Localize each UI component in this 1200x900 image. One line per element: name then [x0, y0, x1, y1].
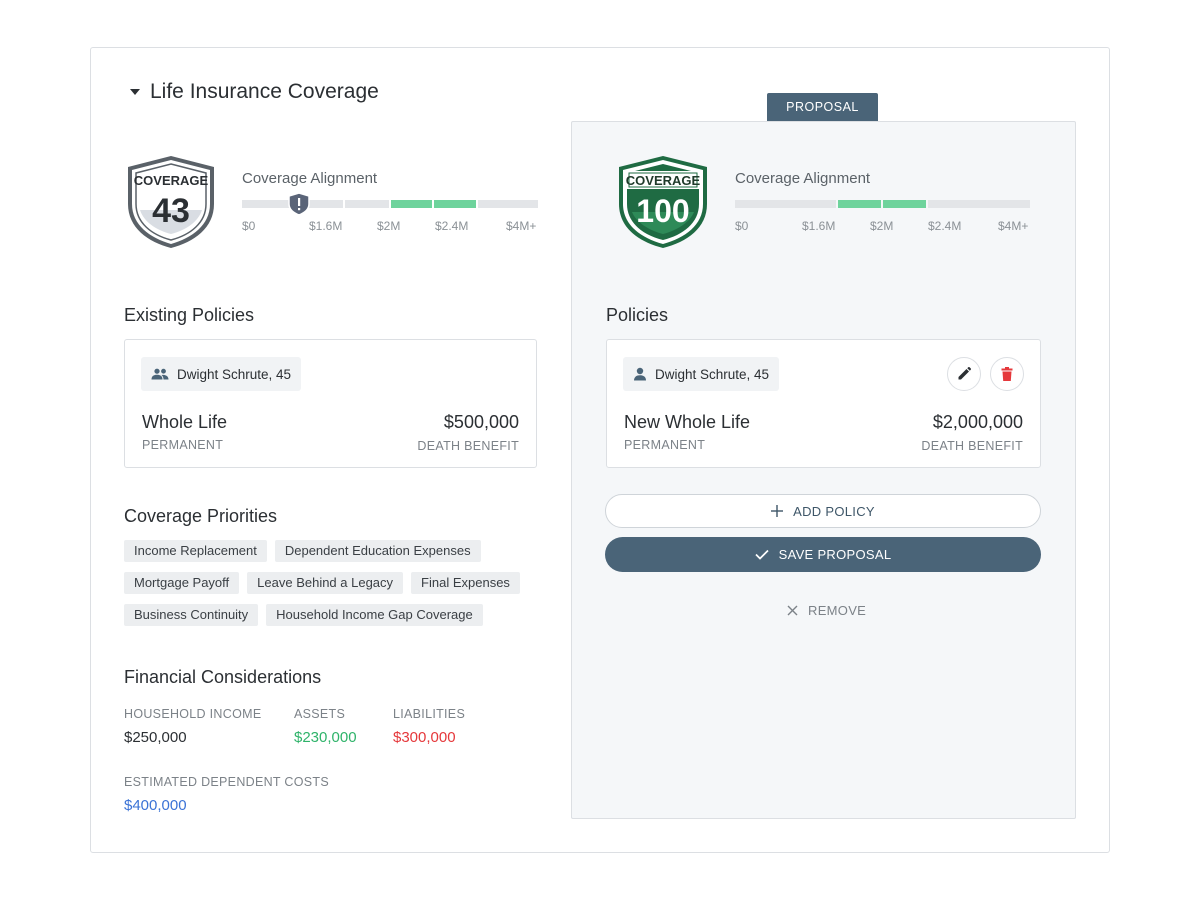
liabilities-value: $300,000	[393, 729, 456, 746]
insured-person-chip: Dwight Schrute, 45	[623, 357, 780, 391]
tick-label: $4M+	[998, 219, 1029, 233]
save-proposal-button[interactable]: SAVE PROPOSAL	[605, 537, 1041, 572]
tick-label: $1.6M	[802, 219, 836, 233]
policy-type: PERMANENT	[142, 438, 224, 452]
priority-tag: Business Continuity	[124, 604, 259, 626]
policy-name: Whole Life	[142, 412, 228, 432]
policy-type: PERMANENT	[624, 438, 706, 452]
alignment-target-range	[391, 200, 432, 208]
tick-label: $2M	[377, 219, 401, 233]
priority-tag: Income Replacement	[124, 540, 267, 562]
tick-label: $2.4M	[435, 219, 469, 233]
dependent-costs-value: $400,000	[124, 797, 187, 814]
dependent-costs-label: ESTIMATED DEPENDENT COSTS	[124, 775, 329, 789]
assets-label: ASSETS	[294, 707, 346, 721]
proposal-shield-label: COVERAGE	[626, 173, 701, 188]
insured-person-name: Dwight Schrute, 45	[177, 366, 292, 382]
add-policy-label: ADD POLICY	[793, 503, 875, 519]
tick-label: $0	[735, 219, 749, 233]
alignment-label: Coverage Alignment	[242, 170, 378, 187]
alignment-track	[242, 192, 538, 216]
proposal-coverage-alignment: Coverage Alignment $0 $1.6M $2M $2.4M $4…	[735, 170, 1031, 233]
remove-label: REMOVE	[808, 602, 867, 618]
liabilities-label: LIABILITIES	[393, 707, 466, 721]
proposal-tab[interactable]: PROPOSAL	[767, 93, 878, 121]
proposal-shield-score: 100	[636, 193, 689, 229]
proposal-coverage-shield: COVERAGE 100	[615, 154, 711, 255]
check-icon	[755, 549, 769, 560]
trash-icon	[1001, 367, 1013, 381]
policy-amount: $2,000,000	[932, 412, 1023, 432]
add-policy-button[interactable]: ADD POLICY	[605, 494, 1041, 528]
save-proposal-label: SAVE PROPOSAL	[778, 547, 892, 562]
policy-amount: $500,000	[443, 412, 519, 432]
edit-policy-button[interactable]	[947, 357, 981, 391]
alignment-track	[735, 200, 1031, 208]
policy-name: New Whole Life	[624, 412, 751, 432]
coverage-alignment: Coverage Alignment $0 $1.6M $2M $2.4M $4…	[242, 170, 538, 233]
priority-tags: Income Replacement Dependent Education E…	[124, 540, 544, 636]
pencil-icon	[958, 367, 971, 380]
insured-person-name: Dwight Schrute, 45	[655, 366, 770, 382]
policies-heading: Policies	[606, 305, 669, 325]
existing-policy-card[interactable]: Dwight Schrute, 45 Whole Life PERMANENT …	[124, 339, 537, 468]
tick-label: $2M	[870, 219, 894, 233]
people-icon	[151, 368, 169, 380]
section-toggle[interactable]: Life Insurance Coverage	[130, 80, 379, 104]
remove-proposal-button[interactable]: REMOVE	[787, 600, 866, 620]
alignment-target-range	[838, 200, 881, 208]
priority-tag: Final Expenses	[411, 572, 520, 594]
priority-tag: Mortgage Payoff	[124, 572, 240, 594]
tick-label: $1.6M	[309, 219, 343, 233]
section-title: Life Insurance Coverage	[150, 80, 379, 103]
coverage-shield: COVERAGE 43	[124, 154, 218, 255]
priority-tag: Household Income Gap Coverage	[266, 604, 483, 626]
priority-tag: Leave Behind a Legacy	[247, 572, 404, 594]
existing-policies-heading: Existing Policies	[124, 305, 255, 325]
household-income-label: HOUSEHOLD INCOME	[124, 707, 262, 721]
coverage-priorities-heading: Coverage Priorities	[124, 506, 278, 526]
proposal-policy-card[interactable]: Dwight Schrute, 45 New Whole Life PERMAN…	[606, 339, 1041, 468]
caret-down-icon	[130, 89, 140, 95]
insured-person-chip: Dwight Schrute, 45	[141, 357, 302, 391]
financial-considerations-heading: Financial Considerations	[124, 667, 322, 687]
plus-icon	[771, 505, 784, 517]
tick-label: $2.4M	[928, 219, 962, 233]
shield-score: 43	[152, 192, 190, 230]
person-icon	[634, 367, 646, 381]
tick-label: $0	[242, 219, 256, 233]
close-icon	[787, 605, 798, 615]
tick-label: $4M+	[506, 219, 537, 233]
assets-value: $230,000	[294, 729, 357, 746]
household-income-value: $250,000	[124, 729, 187, 746]
alert-marker-icon	[288, 192, 310, 221]
alignment-label: Coverage Alignment	[735, 170, 871, 187]
alignment-ticks: $0 $1.6M $2M $2.4M $4M+	[735, 219, 1031, 233]
policy-amount-label: DEATH BENEFIT	[417, 439, 519, 453]
policy-amount-label: DEATH BENEFIT	[921, 439, 1023, 453]
shield-label: COVERAGE	[134, 173, 209, 188]
alignment-ticks: $0 $1.6M $2M $2.4M $4M+	[242, 219, 538, 233]
priority-tag: Dependent Education Expenses	[274, 540, 481, 562]
delete-policy-button[interactable]	[990, 357, 1024, 391]
